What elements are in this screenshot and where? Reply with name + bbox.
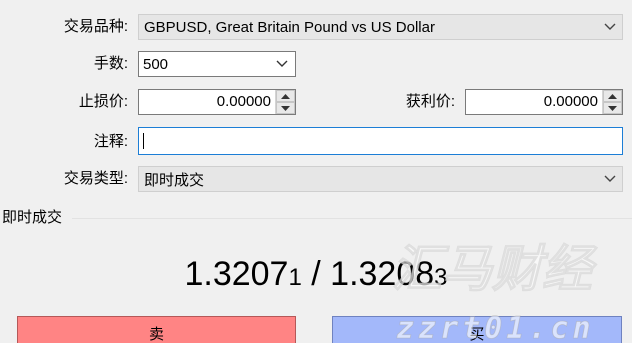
spin-up-icon[interactable]: [603, 90, 622, 102]
stoploss-label: 止损价:: [78, 93, 128, 110]
section-title: 即时成交: [2, 209, 63, 226]
type-label: 交易类型:: [63, 170, 128, 187]
chevron-down-icon[interactable]: [598, 23, 622, 31]
spin-down-icon[interactable]: [603, 102, 622, 114]
ask-price: 1.3208: [330, 255, 435, 293]
takeprofit-label: 获利价:: [405, 93, 455, 110]
buy-button-label: 买: [469, 326, 485, 343]
symbol-label: 交易品种:: [63, 18, 128, 35]
spin-down-icon[interactable]: [276, 102, 295, 114]
type-dropdown[interactable]: 即时成交: [138, 166, 623, 192]
symbol-dropdown[interactable]: GBPUSD, Great Britain Pound vs US Dollar: [138, 14, 623, 40]
stoploss-spinbox[interactable]: 0.00000: [138, 89, 296, 115]
type-value: 即时成交: [144, 171, 205, 189]
sell-button-label: 卖: [148, 326, 164, 343]
bid-price: 1.3207: [184, 255, 289, 293]
stoploss-value[interactable]: 0.00000: [139, 90, 275, 114]
sell-button[interactable]: 卖: [17, 316, 296, 343]
comment-input[interactable]: [138, 127, 623, 155]
ask-price-small: 3: [434, 264, 448, 291]
volume-label: 手数:: [93, 55, 128, 72]
buy-button[interactable]: 买: [332, 316, 622, 343]
volume-value: 500: [143, 55, 169, 73]
price-quote: 1.32071 / 1.32083: [0, 252, 632, 300]
quote-separator: /: [301, 255, 331, 293]
symbol-value: GBPUSD, Great Britain Pound vs US Dollar: [144, 18, 435, 36]
bid-price-small: 1: [288, 264, 302, 291]
takeprofit-spinbox[interactable]: 0.00000: [465, 89, 623, 115]
comment-label: 注释:: [93, 133, 128, 150]
spin-up-icon[interactable]: [276, 90, 295, 102]
chevron-down-icon[interactable]: [269, 60, 295, 68]
volume-combobox[interactable]: 500: [138, 51, 296, 77]
section-divider: [72, 218, 632, 219]
chevron-down-icon[interactable]: [598, 175, 622, 183]
takeprofit-value[interactable]: 0.00000: [466, 90, 602, 114]
text-caret: [143, 133, 144, 149]
